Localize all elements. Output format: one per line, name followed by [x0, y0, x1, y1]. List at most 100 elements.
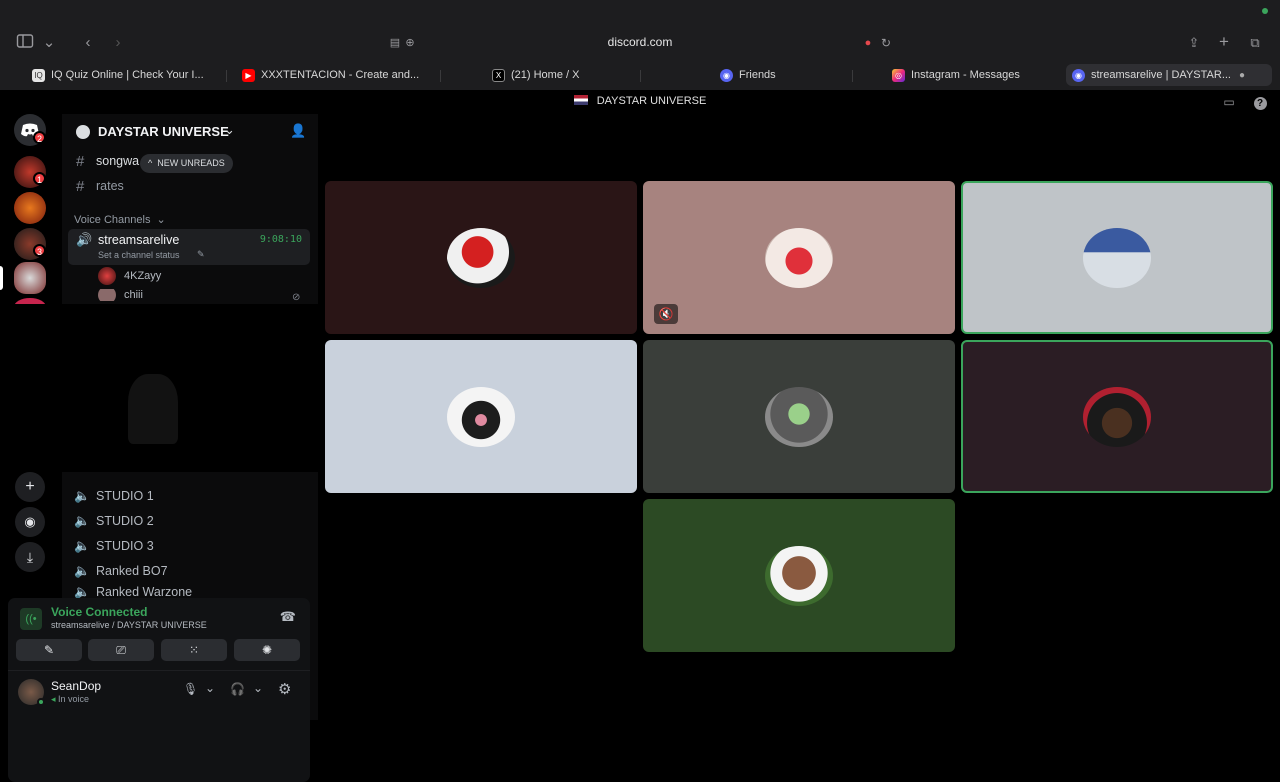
signal-icon[interactable]: ((•: [20, 608, 42, 630]
server-name: DAYSTAR UNIVERSE: [98, 124, 229, 139]
help-icon[interactable]: ?: [1252, 92, 1268, 112]
server-badge-icon: [76, 125, 90, 139]
headphones-icon[interactable]: 🎧: [230, 682, 245, 696]
voice-channel[interactable]: 🔈 STUDIO 1: [74, 486, 154, 506]
download-icon[interactable]: ⤓: [15, 542, 45, 572]
channel-name: STUDIO 2: [96, 514, 154, 528]
channel-status-input[interactable]: Set a channel status: [98, 250, 180, 260]
call-timer: 9:08:10: [259, 234, 302, 245]
tab-bar: IQ IQ Quiz Online | Check Your I... ▶ XX…: [0, 60, 1280, 90]
voice-channel[interactable]: 🔈 Ranked BO7: [74, 561, 168, 581]
disconnect-icon[interactable]: ☎: [280, 609, 296, 625]
invite-icon[interactable]: 👤: [290, 123, 306, 139]
voice-category[interactable]: Voice Channels ⌄: [74, 213, 166, 226]
notification-badge: 1: [33, 172, 46, 185]
voice-channel[interactable]: 🔈 Ranked Warzone: [74, 586, 192, 598]
microphone-icon[interactable]: 🎙: [183, 682, 198, 696]
browser-tab[interactable]: ▶ XXXTENTACION - Create and...: [236, 64, 424, 86]
voice-location[interactable]: streamsarelive / DAYSTAR UNIVERSE: [51, 620, 207, 630]
selected-server-pill: [0, 266, 3, 290]
address-bar[interactable]: ▤ ⊕ discord.com ● ↻: [378, 31, 902, 55]
user-status: ◂ In voice: [51, 694, 89, 705]
channel-sidebar: DAYSTAR UNIVERSE ⌄ 👤 # songwa ^ NEW UNREA…: [0, 114, 318, 782]
browser-tab[interactable]: ◎ Instagram - Messages: [886, 64, 1046, 86]
discover-icon[interactable]: ◉: [15, 507, 45, 537]
text-channel[interactable]: # songwa: [76, 151, 139, 171]
participant-tile[interactable]: [325, 181, 637, 334]
voice-channel[interactable]: 🔈 STUDIO 3: [74, 536, 154, 556]
browser-tab-active[interactable]: ◉ streamsarelive | DAYSTAR... ●: [1066, 64, 1272, 86]
browser-tab[interactable]: IQ IQ Quiz Online | Check Your I...: [26, 64, 214, 86]
avatar: [765, 386, 833, 447]
voice-status[interactable]: Voice Connected: [51, 605, 147, 619]
new-tab-icon[interactable]: +: [1216, 32, 1232, 52]
category-label: Voice Channels: [74, 214, 151, 226]
notification-badge: 3: [33, 244, 46, 257]
tab-label: XXXTENTACION - Create and...: [261, 69, 420, 81]
soundboard-button[interactable]: ✺: [234, 639, 300, 661]
participant-tile[interactable]: [643, 499, 955, 652]
inbox-icon[interactable]: ▭: [1221, 92, 1237, 112]
user-panel: SeanDop ◂ In voice 🎙 ⌄ 🎧 ⌄ ⚙: [8, 670, 310, 710]
server-icon[interactable]: [14, 262, 46, 294]
avatar: [1083, 227, 1151, 288]
channel-name: songwa: [96, 154, 140, 168]
active-voice-channel[interactable]: 🔊 streamsarelive 9:08:10 Set a channel s…: [68, 229, 310, 265]
iq-quiz-icon: IQ: [32, 68, 45, 82]
voice-member[interactable]: chiii: [98, 289, 143, 301]
sidebar-toggle-icon[interactable]: [16, 33, 34, 51]
chevron-up-icon: ^: [148, 158, 153, 168]
microphone-icon: ●: [1238, 69, 1246, 81]
tab-overview-icon[interactable]: ⧉: [1247, 33, 1263, 53]
avatar: [98, 289, 116, 301]
back-arrow-icon[interactable]: ‹: [80, 33, 96, 53]
instagram-icon: ◎: [892, 68, 905, 82]
chevron-down-icon[interactable]: ⌄: [42, 33, 56, 53]
screen-share-button[interactable]: ⎚: [88, 639, 154, 661]
participant-tile[interactable]: [961, 340, 1273, 493]
activities-button[interactable]: ⁙: [161, 639, 227, 661]
speaker-icon: 🔈: [74, 513, 91, 528]
speaker-icon: 🔈: [74, 488, 91, 503]
avatar: [765, 545, 833, 606]
channel-name: streamsarelive: [98, 233, 180, 247]
voice-connected-panel: ((• Voice Connected streamsarelive / DAY…: [8, 598, 310, 782]
chevron-down-icon[interactable]: ⌄: [253, 681, 263, 695]
gear-icon[interactable]: ⚙: [278, 680, 291, 698]
forward-arrow-icon[interactable]: ›: [110, 33, 126, 53]
microphone-active-icon[interactable]: ●: [862, 33, 874, 53]
username[interactable]: SeanDop: [51, 679, 101, 693]
status-dot: [1262, 8, 1268, 14]
server-icon[interactable]: [14, 192, 46, 224]
chevron-down-icon[interactable]: ⌄: [205, 681, 215, 695]
participant-tile[interactable]: [325, 340, 637, 493]
unread-label: NEW UNREADS: [157, 158, 225, 168]
participant-tile[interactable]: [961, 181, 1273, 334]
camera-off-button[interactable]: ✎: [16, 639, 82, 661]
muted-icon: ⊘: [292, 292, 301, 303]
tab-label: streamsarelive | DAYSTAR...: [1091, 69, 1231, 81]
url-text: discord.com: [607, 35, 673, 49]
muted-icon: 🔇: [654, 304, 678, 324]
participant-tile[interactable]: [643, 340, 955, 493]
tab-divider: [640, 70, 641, 82]
app-title-bar: DAYSTAR UNIVERSE ▭ ?: [0, 90, 1280, 114]
channel-name: STUDIO 3: [96, 539, 154, 553]
chevron-down-icon: ⌄: [156, 214, 166, 226]
hash-icon: #: [76, 152, 85, 170]
voice-member[interactable]: 4KZayy: [98, 266, 161, 286]
reload-icon[interactable]: ↻: [879, 33, 893, 53]
text-channel[interactable]: # rates: [76, 176, 124, 196]
notification-badge: 2: [33, 131, 46, 144]
browser-tab[interactable]: ◉ Friends: [714, 64, 834, 86]
server-header[interactable]: DAYSTAR UNIVERSE ⌄ 👤: [62, 114, 318, 150]
person-silhouette: [128, 374, 178, 444]
tab-label: Instagram - Messages: [911, 69, 1020, 81]
share-icon[interactable]: ⇪: [1186, 33, 1202, 53]
participant-tile[interactable]: 🔇: [643, 181, 955, 334]
add-server-icon[interactable]: +: [15, 472, 45, 502]
new-unreads-pill[interactable]: ^ NEW UNREADS: [140, 154, 233, 173]
camera-preview: [0, 304, 318, 472]
browser-tab[interactable]: X (21) Home / X: [486, 64, 626, 86]
voice-channel[interactable]: 🔈 STUDIO 2: [74, 511, 154, 531]
